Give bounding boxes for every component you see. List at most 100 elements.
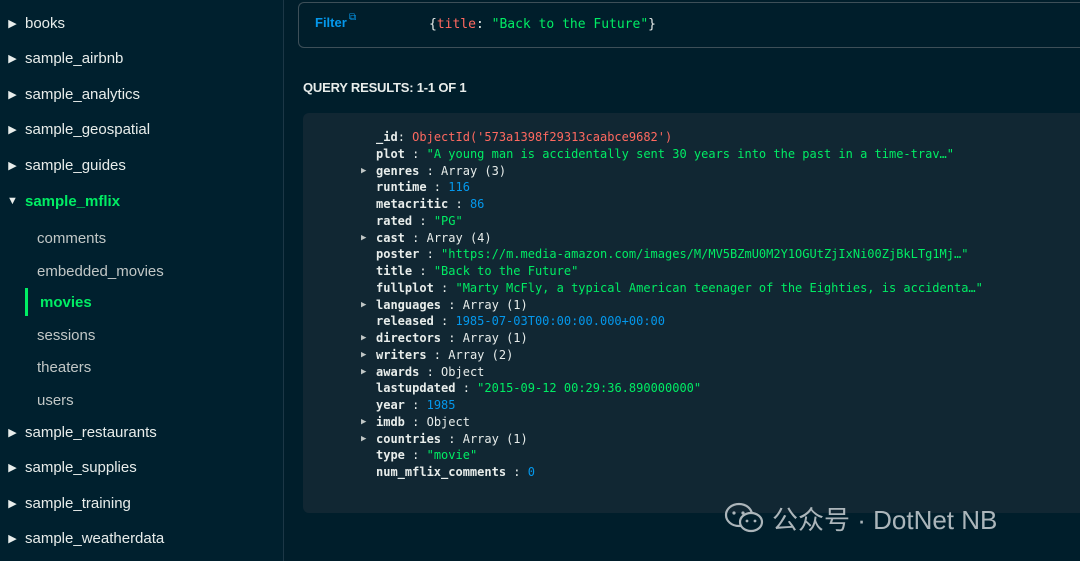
expand-caret-icon[interactable]: ▶ — [361, 434, 376, 444]
external-link-icon[interactable]: ⧉ — [349, 12, 356, 23]
field-value: ObjectId('573a1398f29313caabce9682') — [412, 130, 673, 144]
query-value: "Back to the Future" — [491, 17, 649, 32]
db-item-sample-geospatial[interactable]: ▶ sample_geospatial — [0, 115, 150, 145]
collection-item-sessions[interactable]: sessions — [25, 321, 283, 349]
field-row-lastupdated: lastupdated : "2015-09-12 00:29:36.89000… — [361, 380, 701, 396]
caret-right-icon: ▶ — [8, 497, 17, 510]
field-name: runtime — [376, 180, 427, 195]
field-colon: : — [426, 180, 449, 195]
field-row-metacritic: metacritic : 86 — [361, 196, 484, 212]
caret-right-icon: ▶ — [8, 124, 17, 136]
collection-item-users[interactable]: users — [25, 386, 283, 414]
field-row-poster: poster : "https://m.media-amazon.com/ima… — [361, 246, 968, 262]
db-item-sample-weatherdata[interactable]: ▶ sample_weatherdata — [0, 524, 164, 554]
db-item-sample-training[interactable]: ▶ sample_training — [0, 488, 131, 518]
db-item-label: sample_weatherdata — [25, 530, 165, 547]
field-row-num-mflix-comments: num_mflix_comments : 0 — [361, 464, 535, 480]
expand-caret-icon[interactable]: ▶ — [361, 350, 376, 360]
field-row-cast[interactable]: ▶ cast : Array (4) — [361, 230, 492, 246]
field-row-year: year : 1985 — [361, 397, 456, 413]
field-row-genres[interactable]: ▶ genres : Array (3) — [361, 163, 506, 179]
field-name: imdb — [376, 414, 405, 429]
field-value: Array (3) — [441, 163, 507, 178]
field-value: Object — [426, 414, 470, 429]
db-item-sample-analytics[interactable]: ▶ sample_analytics — [0, 79, 140, 109]
field-name: title — [376, 264, 413, 278]
collection-item-comments[interactable]: comments — [25, 224, 283, 252]
expand-caret-icon[interactable]: ▶ — [361, 367, 376, 377]
field-value: Array (1) — [462, 331, 528, 345]
db-item-sample-airbnb[interactable]: ▶ sample_airbnb — [0, 44, 123, 74]
filter-bar[interactable]: Filter ⧉ {title: "Back to the Future"} — [298, 2, 1080, 48]
expand-caret-icon[interactable]: ▶ — [361, 417, 376, 427]
field-name: cast — [376, 230, 405, 245]
field-value: 1985-07-03T00:00:00.000+00:00 — [455, 314, 665, 329]
field-colon: : — [404, 414, 427, 429]
db-item-books[interactable]: ▶ books — [0, 8, 65, 38]
field-value: Object — [441, 364, 485, 379]
db-item-label: sample_restaurants — [25, 423, 157, 441]
field-name: genres — [376, 163, 420, 178]
caret-down-icon: ▼ — [7, 195, 18, 207]
field-value: Array (4) — [426, 230, 492, 245]
field-name: awards — [376, 364, 420, 379]
field-row-countries[interactable]: ▶ countries : Array (1) — [361, 431, 528, 447]
field-name: fullplot — [376, 280, 434, 295]
field-value: Array (1) — [462, 297, 528, 312]
db-item-label: sample_airbnb — [25, 50, 124, 67]
field-value: 116 — [448, 180, 470, 195]
collection-item-embedded-movies[interactable]: embedded_movies — [25, 257, 283, 285]
db-item-expanded[interactable]: ▼ sample_mflix — [0, 186, 120, 216]
db-item-label: sample_geospatial — [25, 121, 151, 138]
field-value: "movie" — [426, 448, 478, 463]
field-name: poster — [376, 247, 420, 262]
field-name: directors — [376, 331, 442, 345]
caret-right-icon: ▶ — [8, 53, 17, 65]
field-name: languages — [376, 297, 442, 312]
field-row-plot: plot : "A young man is accidentally sent… — [361, 146, 954, 162]
field-row-languages[interactable]: ▶ languages : Array (1) — [361, 297, 528, 313]
field-name: year — [376, 398, 405, 412]
field-row-released: released : 1985-07-03T00:00:00.000+00:00 — [361, 313, 665, 329]
filter-query-input[interactable]: {title: "Back to the Future"} — [429, 17, 656, 32]
database-sidebar: ▶ books ▶ sample_airbnb ▶ sample_analytics ▶ sa… — [0, 0, 284, 561]
expand-caret-icon[interactable]: ▶ — [361, 333, 376, 343]
field-name: writers — [376, 347, 427, 362]
field-colon: : — [404, 398, 427, 412]
field-row-runtime: runtime : 116 — [361, 179, 470, 195]
field-colon: : — [441, 297, 463, 312]
field-value: Array (1) — [462, 431, 528, 446]
field-colon: : — [404, 230, 427, 245]
field-row-writers[interactable]: ▶ writers : Array (2) — [361, 347, 513, 363]
field-colon: : — [441, 331, 463, 345]
filter-label[interactable]: Filter — [315, 15, 347, 30]
db-item-label: sample_mflix — [25, 192, 121, 210]
field-row-imdb[interactable]: ▶ imdb : Object — [361, 414, 470, 430]
field-row-type: type : "movie" — [361, 447, 477, 463]
expand-caret-icon[interactable]: ▶ — [361, 300, 376, 310]
field-row-title: title : "Back to the Future" — [361, 263, 578, 279]
query-results-heading: QUERY RESULTS: 1-1 OF 1 — [303, 80, 467, 95]
db-item-label: books — [25, 14, 66, 32]
caret-right-icon: ▶ — [8, 159, 17, 172]
collection-item-movies[interactable]: movies — [25, 288, 283, 316]
field-value: 1985 — [426, 398, 456, 412]
field-row-awards[interactable]: ▶ awards : Object — [361, 364, 484, 380]
expand-caret-icon[interactable]: ▶ — [361, 233, 376, 243]
field-colon: : — [419, 364, 442, 379]
field-name: type — [376, 448, 405, 463]
caret-right-icon: ▶ — [8, 88, 17, 101]
expand-caret-icon[interactable]: ▶ — [361, 166, 376, 176]
field-colon: : — [412, 264, 434, 278]
collection-item-theaters[interactable]: theaters — [25, 353, 283, 381]
field-value: Array (2) — [448, 347, 514, 362]
db-item-sample-restaurants[interactable]: ▶ sample_restaurants — [0, 417, 157, 447]
field-row--id: _id: ObjectId('573a1398f29313caabce9682'… — [361, 129, 672, 145]
db-item-sample-supplies[interactable]: ▶ sample_supplies — [0, 453, 136, 483]
watermark-text: 公众号 · DotNet NB — [772, 504, 998, 535]
db-item-sample-guides[interactable]: ▶ sample_guides — [0, 150, 126, 180]
field-colon: : — [455, 381, 478, 396]
db-item-label: sample_training — [25, 494, 131, 512]
field-name: released — [376, 314, 434, 329]
field-row-directors[interactable]: ▶ directors : Array (1) — [361, 330, 528, 346]
